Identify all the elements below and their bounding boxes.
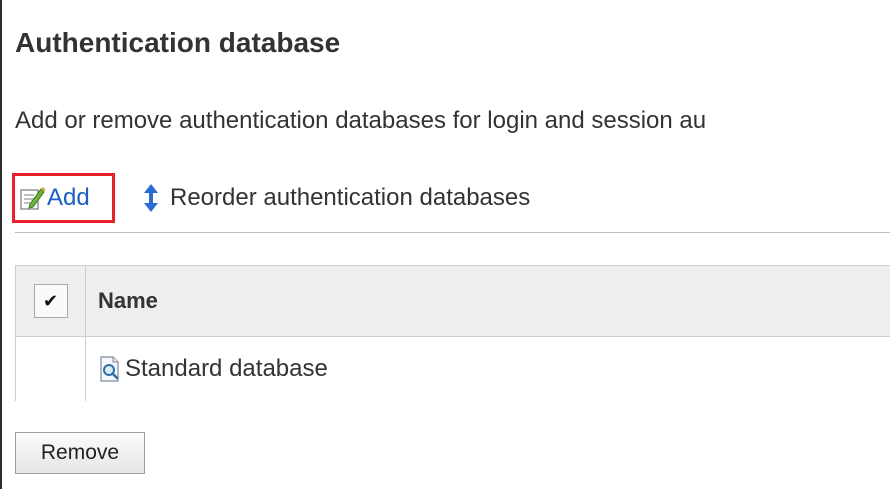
table-row: Standard database [16,337,890,401]
remove-button[interactable]: Remove [15,432,145,474]
table-header-row: ✔ Name [16,266,890,337]
select-all-checkbox[interactable]: ✔ [33,284,68,318]
add-label: Add [47,184,90,211]
database-name-link[interactable]: Standard database [125,355,328,383]
reorder-label: Reorder authentication databases [170,184,531,211]
page-description: Add or remove authentication databases f… [15,107,707,134]
checkmark-icon: ✔ [42,291,59,311]
divider [15,232,890,233]
add-button[interactable]: Add [12,173,115,223]
page-title: Authentication database [15,27,341,58]
up-down-arrow-icon [140,183,162,213]
row-check-cell[interactable] [16,337,86,401]
reorder-authentication-databases-link[interactable]: Reorder authentication databases [140,176,530,220]
edit-note-icon [19,185,46,211]
left-border [0,0,2,489]
header-check-cell: ✔ [16,266,86,336]
name-column-header: Name [98,288,158,313]
search-document-icon [98,355,122,383]
database-table: ✔ Name Standard database [15,265,890,401]
header-name-cell: Name [86,266,890,336]
row-name-cell: Standard database [86,337,890,401]
